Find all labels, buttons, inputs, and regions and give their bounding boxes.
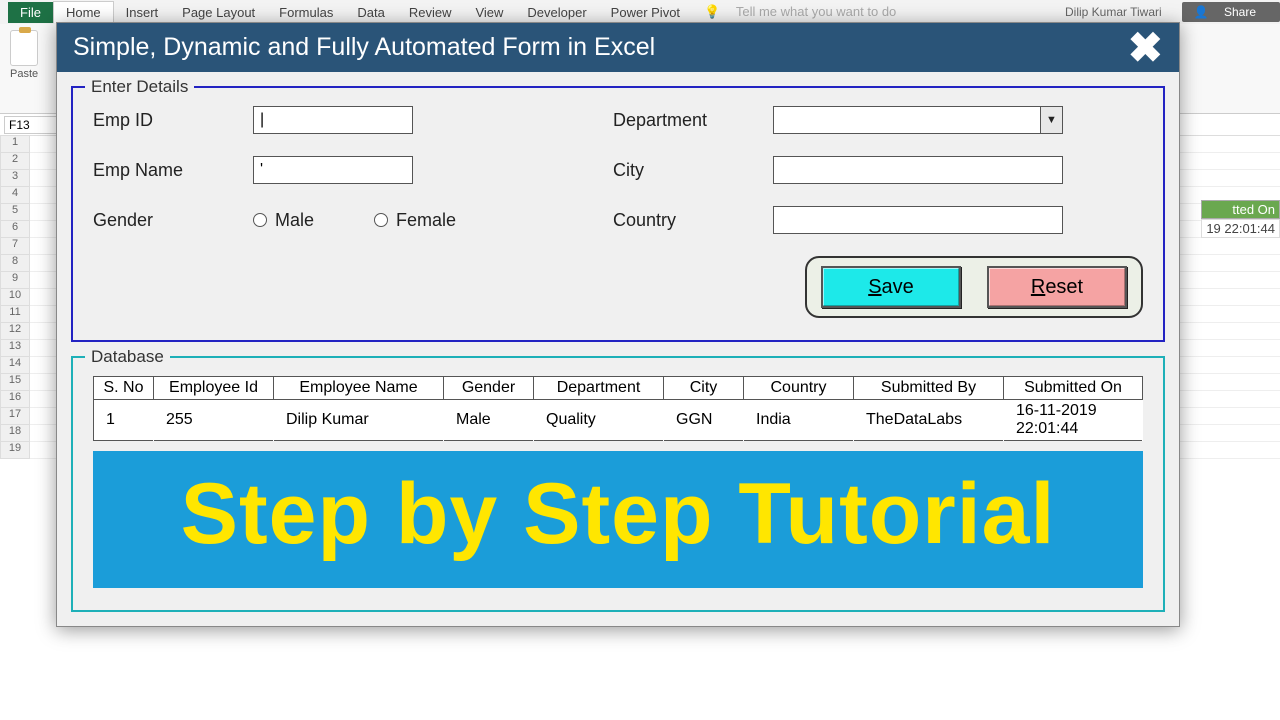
reset-button[interactable]: Reset: [987, 266, 1127, 308]
label-empname: Emp Name: [93, 160, 253, 181]
department-combobox[interactable]: ▼: [773, 106, 1063, 134]
tab-data[interactable]: Data: [345, 2, 396, 23]
empid-input[interactable]: [253, 106, 413, 134]
row-header[interactable]: 3: [0, 170, 30, 187]
button-group: Save Reset: [805, 256, 1143, 318]
tab-page-layout[interactable]: Page Layout: [170, 2, 267, 23]
tab-home[interactable]: Home: [53, 1, 114, 23]
row-header[interactable]: 19: [0, 442, 30, 459]
clipboard-icon: [10, 30, 38, 66]
dialog-titlebar: Simple, Dynamic and Fully Automated Form…: [57, 23, 1179, 72]
tab-view[interactable]: View: [463, 2, 515, 23]
database-table: S. No Employee Id Employee Name Gender D…: [93, 376, 1143, 441]
row-header[interactable]: 10: [0, 289, 30, 306]
empname-input[interactable]: [253, 156, 413, 184]
background-column-peek: tted On 19 22:01:44: [1201, 200, 1280, 238]
table-row[interactable]: 1 255 Dilip Kumar Male Quality GGN India…: [94, 400, 1143, 441]
label-country: Country: [613, 210, 773, 231]
chevron-down-icon[interactable]: ▼: [1040, 107, 1062, 133]
row-header[interactable]: 7: [0, 238, 30, 255]
row-header[interactable]: 5: [0, 204, 30, 221]
row-header[interactable]: 6: [0, 221, 30, 238]
label-gender: Gender: [93, 210, 253, 231]
radio-female[interactable]: Female: [374, 210, 456, 231]
enter-details-frame: Enter Details Emp ID Department ▼ Emp Na…: [71, 86, 1165, 342]
row-header[interactable]: 4: [0, 187, 30, 204]
database-legend: Database: [85, 347, 170, 367]
close-icon[interactable]: ✖: [1128, 37, 1163, 58]
tab-review[interactable]: Review: [397, 2, 464, 23]
country-input[interactable]: [773, 206, 1063, 234]
label-empid: Emp ID: [93, 110, 253, 131]
label-department: Department: [613, 110, 773, 131]
enter-details-legend: Enter Details: [85, 77, 194, 97]
radio-icon: [374, 213, 388, 227]
row-header[interactable]: 14: [0, 357, 30, 374]
row-header[interactable]: 18: [0, 425, 30, 442]
table-header-row: S. No Employee Id Employee Name Gender D…: [94, 377, 1143, 400]
row-header[interactable]: 2: [0, 153, 30, 170]
row-header[interactable]: 15: [0, 374, 30, 391]
radio-icon: [253, 213, 267, 227]
save-button[interactable]: Save: [821, 266, 961, 308]
row-header[interactable]: 8: [0, 255, 30, 272]
tab-developer[interactable]: Developer: [515, 2, 598, 23]
row-header[interactable]: 16: [0, 391, 30, 408]
tab-power-pivot[interactable]: Power Pivot: [599, 2, 692, 23]
radio-male[interactable]: Male: [253, 210, 314, 231]
dialog-title: Simple, Dynamic and Fully Automated Form…: [73, 33, 655, 62]
row-header[interactable]: 13: [0, 340, 30, 357]
user-name: Dilip Kumar Tiwari: [1053, 2, 1174, 22]
database-frame: Database S. No Employee Id Employee Name…: [71, 356, 1165, 612]
row-header[interactable]: 11: [0, 306, 30, 323]
tab-insert[interactable]: Insert: [114, 2, 171, 23]
share-button[interactable]: 👤 Share: [1182, 2, 1280, 22]
tab-file[interactable]: File: [8, 2, 53, 23]
paste-button[interactable]: Paste: [10, 30, 38, 80]
row-header[interactable]: 1: [0, 136, 30, 153]
row-header[interactable]: 12: [0, 323, 30, 340]
userform-dialog: Simple, Dynamic and Fully Automated Form…: [56, 22, 1180, 627]
row-header[interactable]: 17: [0, 408, 30, 425]
city-input[interactable]: [773, 156, 1063, 184]
row-header[interactable]: 9: [0, 272, 30, 289]
tab-formulas[interactable]: Formulas: [267, 2, 345, 23]
label-city: City: [613, 160, 773, 181]
tellme[interactable]: Tell me what you want to do: [724, 1, 908, 22]
ribbon-tabs: File Home Insert Page Layout Formulas Da…: [0, 0, 1280, 24]
tutorial-banner: Step by Step Tutorial: [93, 451, 1143, 588]
